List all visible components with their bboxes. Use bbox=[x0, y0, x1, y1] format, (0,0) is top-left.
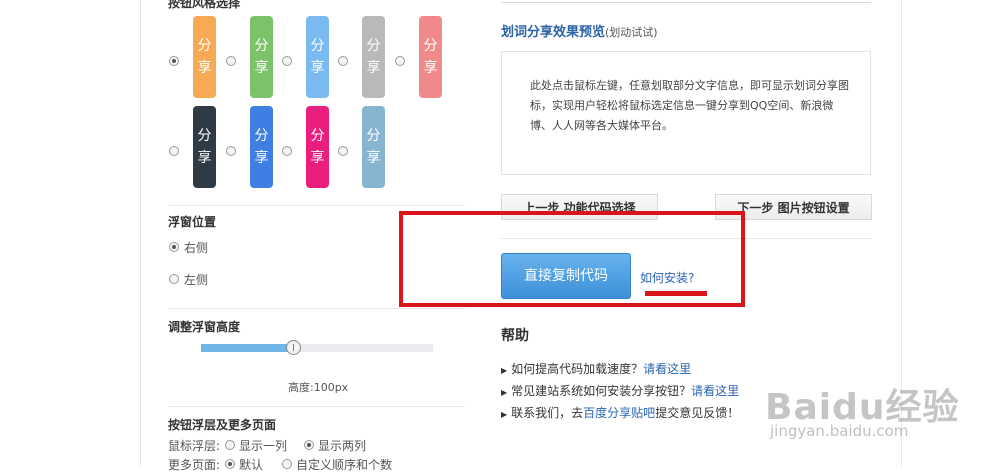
help-item-text: 如何提高代码加载速度？ bbox=[511, 362, 644, 376]
share-style-char: 分 bbox=[423, 38, 438, 54]
share-style-char: 享 bbox=[310, 60, 325, 76]
button-style-title: 按钮风格选择 bbox=[168, 0, 241, 10]
style-radio[interactable] bbox=[282, 56, 292, 66]
style-radio[interactable] bbox=[226, 146, 236, 156]
help-item-text: 提交意见反馈！ bbox=[655, 406, 740, 420]
style-radio[interactable] bbox=[338, 56, 348, 66]
height-title: 调整浮窗高度 bbox=[168, 320, 241, 334]
help-item-text: 常见建站系统如何安装分享按钮？ bbox=[511, 384, 692, 398]
radio-left-label: 左侧 bbox=[184, 273, 209, 287]
help-item: ▶ 如何提高代码加载速度？请看这里 bbox=[501, 360, 691, 377]
share-style-char: 享 bbox=[254, 150, 269, 166]
height-slider-handle[interactable] bbox=[286, 340, 301, 355]
radio-right-label: 右侧 bbox=[184, 241, 209, 255]
help-title: 帮助 bbox=[501, 328, 529, 344]
share-style-swatch[interactable]: 分享 bbox=[250, 16, 273, 98]
style-radio[interactable] bbox=[338, 146, 348, 156]
style-radio[interactable] bbox=[226, 56, 236, 66]
preview-title: 划词分享效果预览(划动试试) bbox=[501, 21, 658, 40]
share-style-char: 分 bbox=[254, 38, 269, 54]
share-style-char: 分 bbox=[254, 128, 269, 144]
share-style-swatch[interactable]: 分享 bbox=[193, 106, 216, 188]
share-style-swatch[interactable]: 分享 bbox=[306, 106, 329, 188]
share-style-swatch[interactable]: 分享 bbox=[362, 106, 385, 188]
height-slider-track[interactable] bbox=[201, 344, 433, 352]
style-radio[interactable] bbox=[169, 56, 179, 66]
style-radio[interactable] bbox=[282, 146, 292, 156]
more-pages-title: 按钮浮层及更多页面 bbox=[168, 418, 277, 432]
share-style-char: 分 bbox=[197, 38, 212, 54]
share-style-swatch[interactable]: 分享 bbox=[193, 16, 216, 98]
divider bbox=[501, 2, 871, 3]
share-style-char: 分 bbox=[310, 38, 325, 54]
mouse-layer-label: 鼠标浮层: bbox=[168, 439, 221, 453]
radio-left[interactable] bbox=[169, 274, 179, 284]
arrow-right-icon: ▶ bbox=[501, 388, 508, 397]
radio-custom[interactable] bbox=[282, 459, 292, 469]
divider bbox=[168, 406, 465, 407]
share-style-char: 分 bbox=[197, 128, 212, 144]
divider bbox=[168, 308, 465, 309]
share-style-swatch[interactable]: 分享 bbox=[250, 106, 273, 188]
share-style-char: 分 bbox=[366, 38, 381, 54]
preview-title-text: 划词分享效果预览 bbox=[501, 25, 606, 40]
arrow-right-icon: ▶ bbox=[501, 366, 508, 375]
share-style-char: 享 bbox=[310, 150, 325, 166]
divider bbox=[168, 205, 465, 206]
share-style-swatch[interactable]: 分享 bbox=[306, 16, 329, 98]
radio-show-one-label: 显示一列 bbox=[239, 439, 288, 453]
share-style-swatch[interactable]: 分享 bbox=[419, 16, 442, 98]
radio-show-one[interactable] bbox=[225, 440, 235, 450]
help-item-link[interactable]: 请看这里 bbox=[691, 384, 739, 398]
preview-area[interactable]: 此处点击鼠标左键，任意划取部分文字信息，即可显示划词分享图标，实现用户轻松将鼠标… bbox=[501, 51, 871, 175]
share-style-char: 享 bbox=[254, 60, 269, 76]
help-item: ▶ 联系我们，去百度分享贴吧提交意见反馈！ bbox=[501, 404, 739, 421]
preview-text: 此处点击鼠标左键，任意划取部分文字信息，即可显示划词分享图标，实现用户轻松将鼠标… bbox=[530, 79, 849, 132]
share-style-char: 享 bbox=[366, 150, 381, 166]
radio-right[interactable] bbox=[169, 242, 179, 252]
share-style-char: 享 bbox=[423, 60, 438, 76]
preview-subtitle: (划动试试) bbox=[605, 26, 658, 39]
float-position-title: 浮窗位置 bbox=[168, 215, 217, 229]
baidu-watermark-url: jingyan.baidu.com bbox=[770, 422, 909, 440]
share-style-char: 分 bbox=[310, 128, 325, 144]
help-item-text: 联系我们，去 bbox=[511, 406, 584, 420]
share-style-swatch[interactable]: 分享 bbox=[362, 16, 385, 98]
radio-default-label: 默认 bbox=[239, 458, 264, 472]
height-slider-fill bbox=[201, 344, 294, 352]
annotation-underline bbox=[645, 291, 707, 296]
height-value: 高度:100px bbox=[288, 381, 349, 394]
arrow-right-icon: ▶ bbox=[501, 410, 508, 419]
share-style-char: 分 bbox=[366, 128, 381, 144]
help-item: ▶ 常见建站系统如何安装分享按钮？请看这里 bbox=[501, 382, 739, 399]
help-item-link[interactable]: 百度分享贴吧 bbox=[583, 406, 655, 420]
style-radio[interactable] bbox=[395, 56, 405, 66]
share-style-char: 享 bbox=[197, 60, 212, 76]
share-style-char: 享 bbox=[197, 150, 212, 166]
radio-show-two-label: 显示两列 bbox=[318, 439, 367, 453]
radio-default[interactable] bbox=[225, 459, 235, 469]
radio-custom-label: 自定义顺序和个数 bbox=[296, 458, 393, 472]
share-style-char: 享 bbox=[366, 60, 381, 76]
radio-show-two[interactable] bbox=[304, 440, 314, 450]
style-radio[interactable] bbox=[169, 146, 179, 156]
more-pages-label: 更多页面: bbox=[168, 458, 221, 472]
help-item-link[interactable]: 请看这里 bbox=[643, 362, 691, 376]
